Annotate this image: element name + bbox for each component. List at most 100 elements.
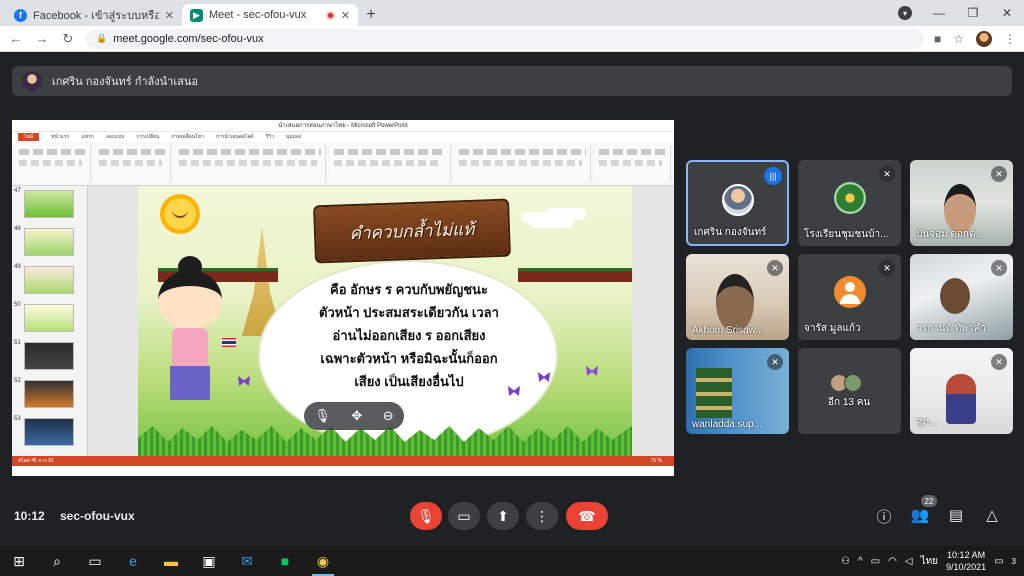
notifications-count: 3 (1011, 556, 1016, 566)
participant-avatar (844, 374, 862, 392)
participant-avatar (834, 182, 866, 214)
girl-illustration (158, 270, 222, 330)
ribbon-group (595, 145, 671, 182)
tab-meet[interactable]: ▶ Meet - sec-ofou-vux ✕ (182, 4, 358, 26)
tab-facebook[interactable]: f Facebook - เข้าสู่ระบบหรือสมัครใช้งาน … (6, 4, 182, 26)
slide-counter: สไลด์ 45 จาก 61 (18, 458, 54, 464)
slide-text-line: เฉพาะตัวหน้า หรือมิฉะนั้นก็ออก (320, 351, 498, 366)
task-view-icon[interactable]: ▭ (76, 546, 114, 576)
powerpoint-title-bar: นำเสนอการสอนภาษาไทย - Microsoft PowerPoi… (12, 120, 674, 132)
show-hidden-icons-icon[interactable]: ^ (858, 556, 863, 567)
ribbon-tab: รีวิว (265, 134, 274, 140)
new-tab-button[interactable]: + (358, 4, 384, 26)
butterfly-icon (586, 366, 598, 376)
participant-tile[interactable]: ||| เกศริน กองจันทร์ (686, 160, 789, 246)
remove-icon[interactable]: ⊖ (383, 408, 394, 424)
speaking-indicator-icon: ||| (764, 167, 782, 185)
chat-icon[interactable]: ▤ (946, 506, 966, 524)
leave-call-button[interactable]: ☎ (566, 502, 608, 530)
meeting-details-icon[interactable]: ⓘ (874, 506, 894, 527)
present-screen-button[interactable]: ⬆ (487, 502, 519, 530)
mic-off-icon[interactable]: 🎙 (314, 408, 331, 424)
mail-icon[interactable]: ✉ (228, 546, 266, 576)
people-icon[interactable]: 👥 (910, 506, 930, 524)
camera-permission-icon[interactable]: ■ (934, 32, 941, 46)
presenter-avatar (22, 71, 42, 91)
bookmark-star-icon[interactable]: ☆ (953, 32, 964, 46)
presenter-banner: เกศริน กองจันทร์ กำลังนำเสนอ (12, 66, 1012, 96)
line-app-icon[interactable]: ■ (266, 546, 304, 576)
participant-tile[interactable]: ✕ ศุภ... (910, 348, 1013, 434)
powerpoint-ribbon (12, 142, 674, 186)
minimize-icon[interactable]: — (922, 6, 956, 20)
ribbon-tab: แทรก (81, 134, 94, 140)
volume-icon[interactable]: ◁ (905, 556, 913, 567)
profile-avatar[interactable] (976, 30, 992, 47)
chrome-icon[interactable]: ◉ (304, 546, 342, 576)
sun-illustration (160, 194, 200, 234)
participant-name: จารัส มูลแก้ว (804, 323, 861, 334)
participant-tile[interactable]: ✕ Akhom Srisaw... (686, 254, 789, 340)
meet-control-bar: 10:12 sec-ofou-vux 🎙 ▭ ⬆ ⋮ ☎ ⓘ 👥 ▤ △ (0, 494, 1024, 538)
slide-thumbnails: 47 48 49 50 51 52 53 (12, 186, 88, 466)
edge-icon[interactable]: e (114, 546, 152, 576)
presenter-banner-text: เกศริน กองจันทร์ กำลังนำเสนอ (52, 76, 198, 88)
ribbon-tab: หน้าแรก (51, 134, 70, 140)
mic-off-icon: ✕ (991, 260, 1007, 276)
close-window-icon[interactable]: ✕ (990, 6, 1024, 20)
more-options-button[interactable]: ⋮ (526, 502, 558, 530)
facebook-icon: f (14, 8, 27, 22)
activities-icon[interactable]: △ (982, 506, 1002, 524)
mic-toggle-button[interactable]: 🎙 (410, 502, 442, 530)
forward-icon[interactable]: → (34, 31, 50, 46)
slide-text-line: เสียง เป็นเสียงอื่นไป (354, 374, 464, 389)
others-tile[interactable]: อีก 13 คน (798, 348, 901, 434)
window-controls: — ❐ ✕ (922, 0, 1024, 26)
participant-name: ศุภ... (916, 417, 938, 428)
participant-tile[interactable]: ✕ โรงเรียนชุมชนบ้า... (798, 160, 901, 246)
ribbon-tab: ออกแบบ (105, 134, 125, 140)
back-icon[interactable]: ← (8, 31, 24, 46)
slide-text-line: คือ อักษร ร ควบกับพยัญชนะ (330, 282, 488, 297)
participant-tile[interactable]: ✕ wanladda sup... (686, 348, 789, 434)
pin-icon[interactable]: ✥ (351, 408, 362, 424)
file-explorer-icon[interactable]: ▬ (152, 546, 190, 576)
reload-icon[interactable]: ↻ (60, 31, 76, 47)
windows-taskbar: ⊞ ⌕ ▭ e ▬ ▣ ✉ ■ ◉ ⚇ ^ ▭ ◠ ◁ ไทย 10:12 AM… (0, 546, 1024, 576)
people-tray-icon[interactable]: ⚇ (841, 556, 850, 567)
battery-icon[interactable]: ▭ (871, 556, 880, 567)
participant-tile[interactable]: ✕ ปั้นจอม ดอกต... (910, 160, 1013, 246)
system-clock[interactable]: 10:12 AM 9/10/2021 (946, 549, 986, 573)
camera-toggle-button[interactable]: ▭ (448, 502, 480, 530)
slide-thumbnail: 49 (12, 262, 88, 298)
slide-text-line: อ่านไม่ออกเสียง ร ออกเสียง (332, 328, 486, 343)
slide-thumbnail: 50 (12, 300, 88, 336)
slide-thumbnail: 51 (12, 338, 88, 374)
mic-off-icon: ✕ (767, 354, 783, 370)
participant-name: Akhom Srisaw... (692, 325, 764, 336)
shared-screen[interactable]: นำเสนอการสอนภาษาไทย - Microsoft PowerPoi… (12, 120, 674, 476)
restore-icon[interactable]: ❐ (956, 6, 990, 20)
close-tab-icon[interactable]: ✕ (341, 9, 350, 22)
participant-tile[interactable]: ✕ จารัส มูลแก้ว (798, 254, 901, 340)
girl-illustration (172, 328, 208, 368)
participant-tile[interactable]: ✕ วรกานต์ ทิพาคำ (910, 254, 1013, 340)
network-icon[interactable]: ◠ (888, 556, 897, 567)
powerpoint-status-bar: สไลด์ 45 จาก 61 75 % (12, 456, 674, 466)
search-icon[interactable]: ⌕ (38, 546, 76, 576)
zoom-level: 75 % (650, 458, 662, 464)
browser-tab-strip: f Facebook - เข้าสู่ระบบหรือสมัครใช้งาน … (0, 0, 1024, 26)
close-tab-icon[interactable]: ✕ (165, 9, 174, 22)
lock-icon[interactable]: 🔒 (96, 33, 107, 44)
tab-search-icon[interactable]: ▾ (898, 6, 912, 20)
windows-start-icon[interactable]: ⊞ (0, 546, 38, 576)
input-language[interactable]: ไทย (921, 554, 938, 569)
browser-menu-icon[interactable]: ⋮ (1004, 32, 1016, 46)
store-icon[interactable]: ▣ (190, 546, 228, 576)
address-bar[interactable]: 🔒 meet.google.com/sec-ofou-vux (86, 28, 924, 49)
slide-text-line: ตัวหน้า ประสมสระเดียวกัน เวลา (319, 305, 499, 320)
notifications-icon[interactable]: ▭ (994, 556, 1003, 567)
mic-off-icon: ✕ (991, 166, 1007, 182)
browser-toolbar: ← → ↻ 🔒 meet.google.com/sec-ofou-vux ■ ☆… (0, 26, 1024, 52)
mic-off-icon: ✕ (991, 354, 1007, 370)
